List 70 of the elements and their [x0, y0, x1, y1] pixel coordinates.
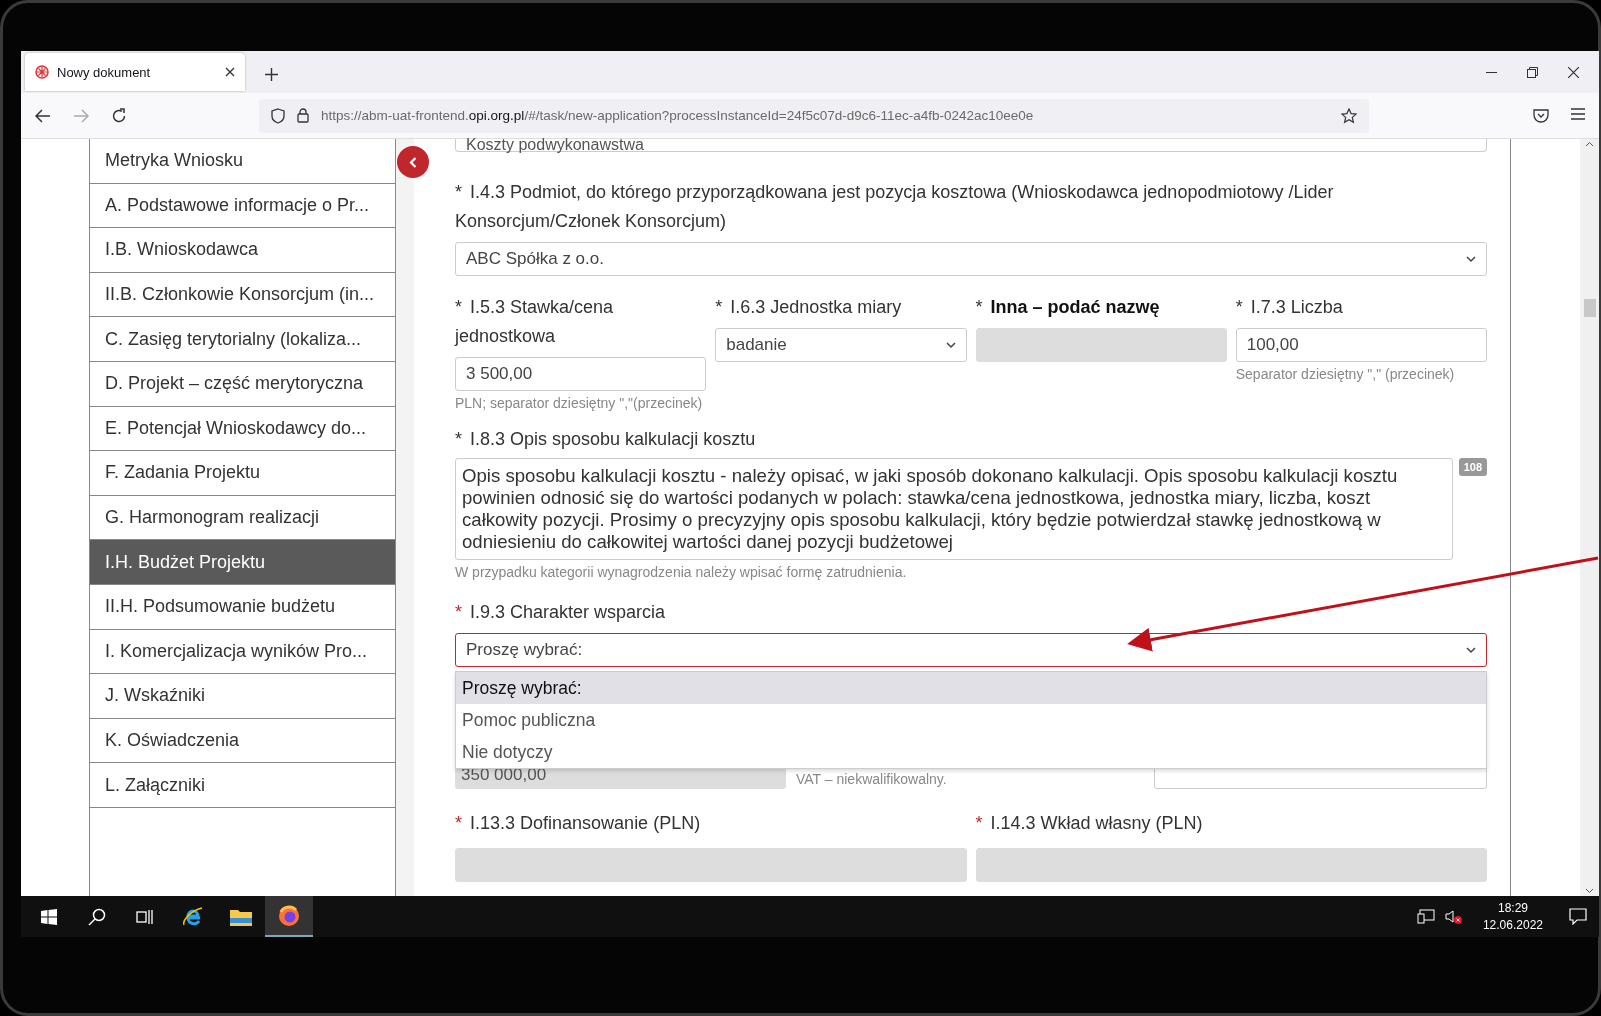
- character-counter: 108: [1458, 458, 1487, 476]
- field-label: * I.5.3 Stawka/cena jednostkowa: [455, 296, 615, 348]
- select-field[interactable]: ABC Spółka z o.o.: [455, 242, 1487, 276]
- reload-icon[interactable]: [111, 107, 127, 124]
- shield-icon: [271, 107, 285, 124]
- chevron-down-icon[interactable]: [1585, 888, 1594, 894]
- field-hint: PLN; separator dziesiętny ","(przecinek): [455, 396, 704, 411]
- field-label: * Inna – podać nazwę: [975, 296, 1161, 319]
- dropdown-option[interactable]: Pomoc publiczna: [456, 704, 1486, 736]
- plus-icon[interactable]: [265, 68, 278, 81]
- close-icon[interactable]: [225, 67, 235, 77]
- volume-muted-icon[interactable]: [1444, 908, 1463, 925]
- sidebar-item[interactable]: J. Wskaźniki: [90, 674, 395, 719]
- windows-logo-icon: [41, 908, 57, 925]
- favicon-icon: [35, 65, 49, 79]
- clock-time: 18:29: [1497, 899, 1528, 917]
- sidebar-item[interactable]: II.B. Członkowie Konsorcjum (in...: [90, 272, 395, 318]
- sidebar-item[interactable]: L. Załączniki: [90, 763, 395, 808]
- collapse-button[interactable]: [397, 146, 429, 178]
- dropdown-option[interactable]: Proszę wybrać:: [456, 672, 1486, 704]
- pocket-icon[interactable]: [1533, 108, 1549, 123]
- field-label: * I.4.3 Podmiot, do którego przyporządkowana jest pozycja kosztowa (Wnioskodawca jednopodmiotowy /Lider Konsorcjum/Członek Konsorcjum): [455, 181, 1335, 233]
- sidebar-item[interactable]: II.H. Podsumowanie budżetu: [90, 584, 395, 630]
- field-label: * I.7.3 Liczba: [1235, 296, 1344, 319]
- url-text: https://abm-uat-frontend.opi.org.pl/#/task/new-application?processInstanceId=24f5c07d-d9c6-11ec-a4fb-0242ac10ee0e: [321, 108, 1035, 123]
- sidebar-item[interactable]: C. Zasięg terytorialny (lokaliza...: [90, 317, 395, 362]
- browser-tab[interactable]: Nowy dokument: [25, 53, 245, 91]
- field-label: * I.14.3 Wkład własny (PLN): [975, 812, 1204, 835]
- field-label: * I.6.3 Jednostka miary: [715, 296, 903, 319]
- network-icon[interactable]: [1416, 908, 1435, 925]
- clock-date: 12.06.2022: [1482, 916, 1543, 934]
- field-hint: W przypadku kategorii wynagrodzenia należy wpisać formę zatrudnienia.: [455, 565, 908, 580]
- chevron-up-icon[interactable]: [1585, 141, 1594, 147]
- address-bar[interactable]: https://abm-uat-frontend.opi.org.pl/#/task/new-application?processInstanceId=24f5c07d-d9c6-11ec-a4fb-0242ac10ee0e: [259, 98, 1369, 133]
- back-arrow-icon[interactable]: [35, 108, 51, 123]
- field-hint: Separator dziesiętny "," (przecinek): [1235, 367, 1456, 382]
- textarea-field[interactable]: Opis sposobu kalkulacji kosztu - należy opisać, w jaki sposób dokonano kalkulacji. Opis sposobu kalkulacji kosztu powinien odnosić się do wartości podanych w polach: stawka/cena jednostkowa, jednostka miary, liczba, koszt całkowity pozycji. Prosimy o precyzyjny opis sposobu kalkulacji, który będzie potwierdzał stawkę jednostkową w odniesieniu do całkowitej wartości danej pozycji budżetowej: [455, 458, 1453, 560]
- notification-icon[interactable]: [1569, 908, 1587, 925]
- task-view-icon: [136, 908, 154, 925]
- menu-icon[interactable]: [1571, 108, 1585, 120]
- select-field[interactable]: badanie: [715, 328, 967, 362]
- sidebar-item[interactable]: I.B. Wnioskodawca: [90, 228, 395, 273]
- field-label: * I.13.3 Dofinansowanie (PLN): [455, 812, 702, 835]
- sidebar-item[interactable]: I.H. Budżet Projektu: [90, 540, 395, 585]
- sidebar-item[interactable]: F. Zadania Projektu: [90, 451, 395, 496]
- input-field[interactable]: 100,00: [1235, 328, 1487, 362]
- field-label: * I.9.3 Charakter wsparcia: [455, 601, 667, 624]
- field-label: * I.8.3 Opis sposobu kalkulacji kosztu: [455, 428, 757, 451]
- star-icon[interactable]: [1341, 107, 1357, 124]
- fox-globe-icon: [277, 903, 301, 928]
- sidebar-item[interactable]: I. Komercjalizacja wyników Pro...: [90, 629, 395, 675]
- chevron-down-icon: [1466, 255, 1476, 263]
- input-field[interactable]: 3 500,00: [455, 357, 707, 391]
- sidebar-item[interactable]: Metryka Wniosku: [90, 139, 395, 184]
- restore-icon[interactable]: [1527, 66, 1538, 78]
- firefox-taskbar-button[interactable]: [265, 896, 313, 937]
- search-icon: [88, 907, 106, 926]
- sidebar-item[interactable]: E. Potencjał Wnioskodawcy do...: [90, 406, 395, 452]
- scrollbar-thumb[interactable]: [1583, 298, 1596, 317]
- field-hint: VAT – niekwalifikowalny.: [796, 771, 947, 789]
- chevron-down-icon: [1466, 646, 1476, 654]
- chevron-left-icon: [409, 156, 417, 168]
- close-icon[interactable]: [1568, 66, 1579, 78]
- sidebar-item[interactable]: A. Podstawowe informacje o Pr...: [90, 183, 395, 229]
- select-field[interactable]: Proszę wybrać:: [455, 633, 1487, 667]
- text-field[interactable]: Koszty podwykonawstwa: [455, 139, 1487, 152]
- sidebar-item[interactable]: D. Projekt – część merytoryczna: [90, 361, 395, 407]
- sidebar-item[interactable]: K. Oświadczenia: [90, 718, 395, 764]
- lock-icon: [297, 108, 309, 123]
- chevron-down-icon: [945, 341, 956, 349]
